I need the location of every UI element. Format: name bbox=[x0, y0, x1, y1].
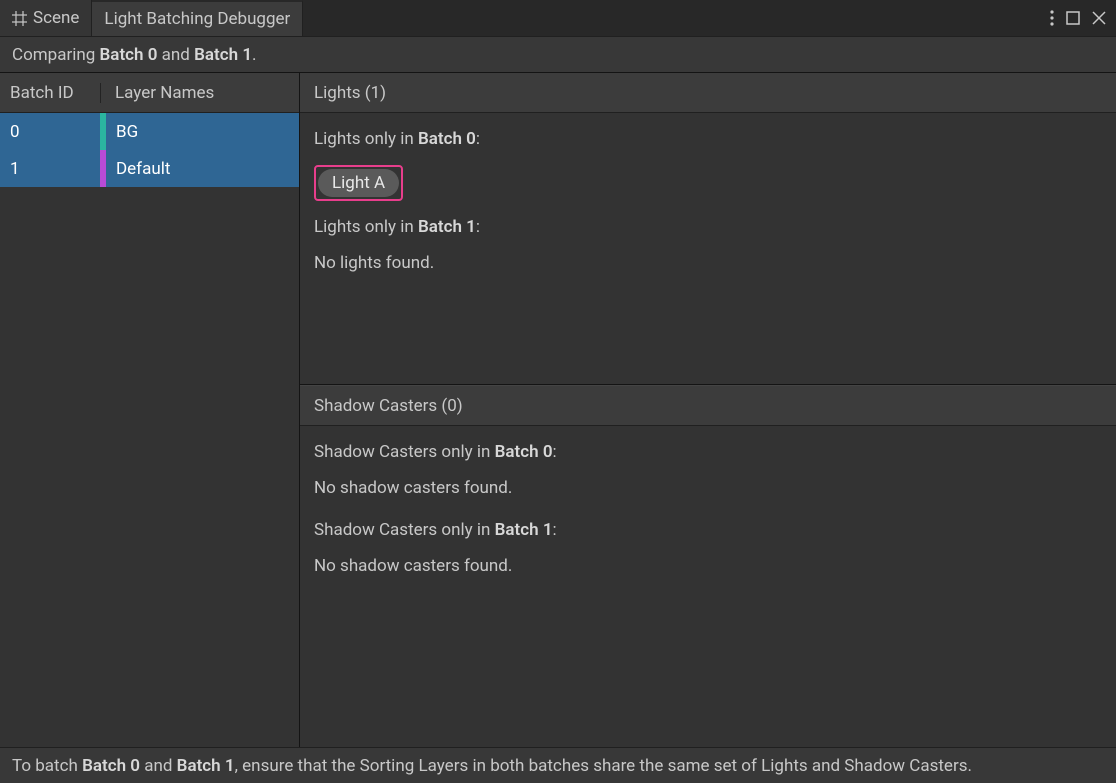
text: : bbox=[476, 217, 480, 237]
close-icon[interactable] bbox=[1092, 11, 1106, 25]
footer-text: To batch Batch 0 and Batch 1, ensure tha… bbox=[12, 756, 972, 776]
text: Lights only in bbox=[314, 217, 418, 237]
window-controls bbox=[1040, 0, 1116, 36]
text-bold: Batch 1 bbox=[495, 520, 553, 540]
tab-scene[interactable]: Scene bbox=[0, 0, 92, 36]
main-split: Batch ID Layer Names 0 BG 1 Default Ligh… bbox=[0, 73, 1116, 747]
header-batch-id: Batch ID bbox=[10, 83, 100, 103]
batch-id-cell: 0 bbox=[0, 113, 100, 150]
text: Shadow Casters only in bbox=[314, 442, 495, 462]
shadows-only-batch1-label: Shadow Casters only in Batch 1: bbox=[314, 520, 1102, 540]
text: To batch bbox=[12, 756, 82, 776]
header-layer-names: Layer Names bbox=[115, 83, 214, 103]
maximize-icon[interactable] bbox=[1066, 11, 1080, 25]
batch-row[interactable]: 0 BG bbox=[0, 113, 299, 150]
compare-prefix: Comparing bbox=[12, 45, 100, 65]
lights-only-batch0-label: Lights only in Batch 0: bbox=[314, 129, 1102, 149]
shadow-casters-header: Shadow Casters (0) bbox=[300, 386, 1116, 426]
batch-list-header: Batch ID Layer Names bbox=[0, 73, 299, 113]
shadow-casters-body: Shadow Casters only in Batch 0: No shado… bbox=[300, 426, 1116, 612]
shadows-only-batch0-label: Shadow Casters only in Batch 0: bbox=[314, 442, 1102, 462]
text-bold: Batch 0 bbox=[495, 442, 553, 462]
text: : bbox=[553, 520, 557, 540]
compare-batch0: Batch 0 bbox=[100, 45, 158, 65]
text-bold: Batch 1 bbox=[418, 217, 476, 237]
light-chip-highlight: Light A bbox=[314, 165, 403, 201]
text: Lights only in bbox=[314, 129, 418, 149]
text-bold: Batch 1 bbox=[177, 756, 235, 776]
compare-text: Comparing Batch 0 and Batch 1. bbox=[12, 45, 257, 65]
text-bold: Batch 0 bbox=[418, 129, 476, 149]
compare-mid: and bbox=[157, 45, 194, 65]
compare-suffix: . bbox=[252, 45, 256, 65]
text: : bbox=[553, 442, 557, 462]
shadows-none-batch0: No shadow casters found. bbox=[314, 478, 1102, 498]
shadows-none-batch1: No shadow casters found. bbox=[314, 556, 1102, 576]
batch-layer-cell: BG bbox=[106, 113, 299, 150]
text: , ensure that the Sorting Layers in both… bbox=[235, 756, 972, 776]
text: : bbox=[476, 129, 480, 149]
shadow-casters-section: Shadow Casters (0) Shadow Casters only i… bbox=[300, 385, 1116, 747]
details-panel: Lights (1) Lights only in Batch 0: Light… bbox=[300, 73, 1116, 747]
compare-status: Comparing Batch 0 and Batch 1. bbox=[0, 36, 1116, 73]
lights-none-batch1: No lights found. bbox=[314, 253, 1102, 273]
tab-debugger[interactable]: Light Batching Debugger bbox=[92, 0, 303, 36]
text-bold: Batch 0 bbox=[82, 756, 140, 776]
text: Shadow Casters only in bbox=[314, 520, 495, 540]
footer-hint: To batch Batch 0 and Batch 1, ensure tha… bbox=[0, 747, 1116, 783]
tab-bar: Scene Light Batching Debugger bbox=[0, 0, 1116, 36]
batch-layer-cell: Default bbox=[106, 150, 299, 187]
light-chip[interactable]: Light A bbox=[318, 169, 399, 197]
kebab-icon[interactable] bbox=[1050, 10, 1054, 26]
tab-debugger-label: Light Batching Debugger bbox=[104, 9, 290, 29]
lights-body: Lights only in Batch 0: Light A Lights o… bbox=[300, 113, 1116, 309]
batch-list: 0 BG 1 Default bbox=[0, 113, 299, 747]
tab-scene-label: Scene bbox=[33, 8, 79, 28]
lights-only-batch1-label: Lights only in Batch 1: bbox=[314, 217, 1102, 237]
header-divider bbox=[100, 83, 101, 103]
lights-section: Lights (1) Lights only in Batch 0: Light… bbox=[300, 73, 1116, 385]
grid-icon bbox=[12, 11, 27, 26]
compare-batch1: Batch 1 bbox=[194, 45, 252, 65]
batch-list-panel: Batch ID Layer Names 0 BG 1 Default bbox=[0, 73, 300, 747]
text: and bbox=[140, 756, 177, 776]
batch-id-cell: 1 bbox=[0, 150, 100, 187]
lights-header: Lights (1) bbox=[300, 73, 1116, 113]
batch-row[interactable]: 1 Default bbox=[0, 150, 299, 187]
